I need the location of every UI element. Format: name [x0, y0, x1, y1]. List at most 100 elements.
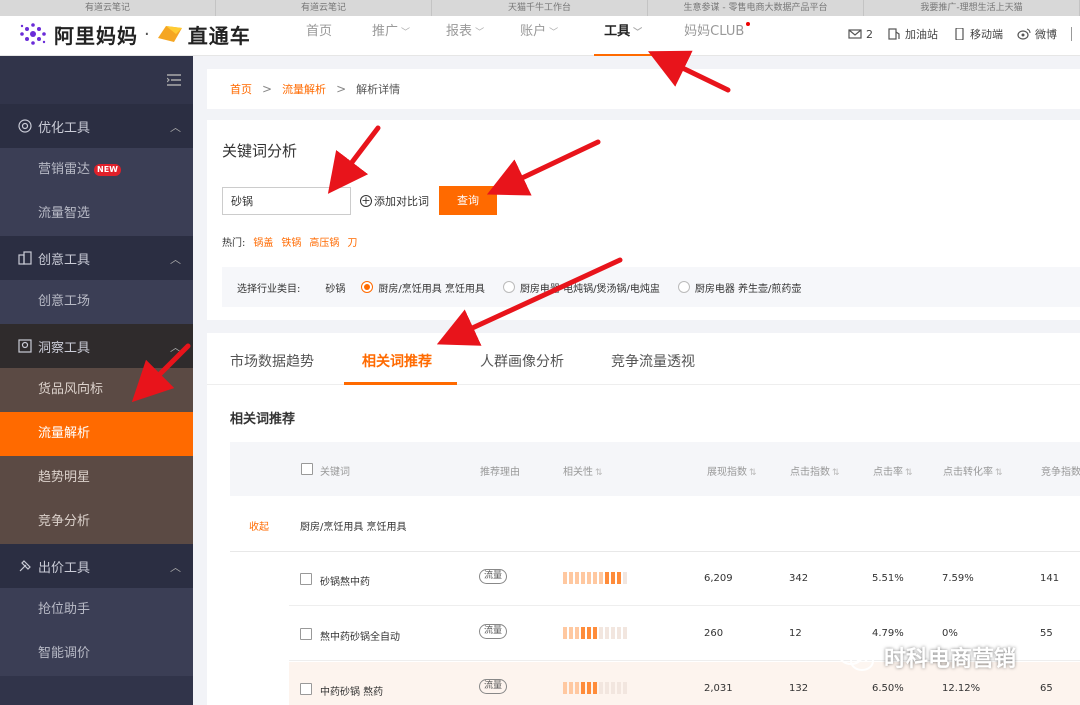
- sidebar-group-creative[interactable]: 创意工具 ︿: [0, 236, 193, 280]
- relevance-segment: [569, 572, 573, 584]
- browser-tab[interactable]: 天猫千牛工作台: [432, 0, 648, 16]
- tab-competition-traffic[interactable]: 竞争流量透视: [611, 351, 695, 371]
- insight-icon: [18, 339, 32, 353]
- competition-cell: 65: [1040, 683, 1053, 694]
- reason-tag: 流量: [479, 569, 508, 584]
- weibo-link[interactable]: 微博: [1017, 26, 1057, 42]
- relevance-segment: [581, 627, 585, 639]
- sort-icon: ⇅: [595, 468, 603, 478]
- column-header-sortable[interactable]: 点击率 ⇅: [873, 463, 913, 478]
- chevron-up-icon: ︿: [170, 341, 181, 354]
- active-tab-indicator: [344, 382, 457, 385]
- weibo-label: 微博: [1035, 28, 1057, 41]
- hot-keyword-link[interactable]: 刀: [347, 234, 357, 249]
- group-label: 厨房/烹饪用具 烹饪用具: [300, 522, 407, 533]
- relevance-segment: [575, 682, 579, 694]
- cvr-cell: 12.12%: [942, 683, 981, 694]
- browser-tab[interactable]: 我要推广-理想生活上天猫: [864, 0, 1080, 16]
- relevance-segment: [599, 572, 603, 584]
- sidebar-item-label: 趋势明星: [38, 470, 91, 485]
- chevron-down-icon: ﹀: [633, 28, 643, 38]
- category-option[interactable]: 厨房电器 电炖锅/煲汤锅/电炖盅: [502, 280, 660, 295]
- hot-keyword-link[interactable]: 铁锅: [281, 234, 301, 249]
- breadcrumb-home[interactable]: 首页: [230, 81, 252, 97]
- sidebar-item-position-assistant[interactable]: 抢位助手: [0, 588, 193, 632]
- relevance-segment: [623, 572, 627, 584]
- sidebar-item-label: 流量解析: [38, 426, 91, 441]
- nav-home[interactable]: 首页: [306, 16, 332, 56]
- collapse-button[interactable]: 收起: [249, 518, 269, 533]
- sidebar-item-product-trend[interactable]: 货品风向标: [0, 368, 193, 412]
- row-checkbox[interactable]: [300, 573, 312, 585]
- fuel-icon: [888, 28, 900, 40]
- collapse-menu-icon[interactable]: [167, 74, 181, 86]
- nav-promotion[interactable]: 推广 ﹀: [372, 16, 410, 56]
- radio-selected[interactable]: [361, 281, 374, 293]
- sidebar-item-marketing-radar[interactable]: 营销雷达 NEW: [0, 148, 193, 192]
- nav-reports[interactable]: 报表 ﹀: [446, 16, 484, 56]
- browser-tab[interactable]: 有道云笔记: [216, 0, 432, 16]
- add-compare-button[interactable]: + 添加对比词: [360, 193, 429, 209]
- browser-tab[interactable]: 生意参谋 - 零售电商大数据产品平台: [648, 0, 864, 16]
- keyword-search-input[interactable]: [222, 187, 351, 215]
- nav-club[interactable]: 妈妈CLUB: [684, 16, 751, 56]
- sidebar-group-insight[interactable]: 洞察工具 ︿: [0, 324, 193, 368]
- sidebar-item-traffic-select[interactable]: 流量智选: [0, 192, 193, 236]
- nav-account[interactable]: 账户 ﹀: [520, 16, 558, 56]
- hot-keyword-link[interactable]: 高压锅: [309, 234, 339, 249]
- breadcrumb-section[interactable]: 流量解析: [282, 81, 326, 97]
- hot-keyword-link[interactable]: 锅盖: [253, 234, 273, 249]
- category-option-label: 厨房电器 养生壶/煎药壶: [694, 283, 802, 295]
- mobile-icon: [955, 28, 964, 40]
- sidebar-group-label: 出价工具: [38, 560, 91, 576]
- browser-tab[interactable]: 有道云笔记: [0, 0, 216, 16]
- relevance-segment: [593, 572, 597, 584]
- mobile-link[interactable]: 移动端: [952, 26, 1003, 42]
- keyword-cell: 砂锅熬中药: [320, 577, 370, 588]
- sidebar-item-smart-bid[interactable]: 智能调价: [0, 632, 193, 676]
- select-all-checkbox[interactable]: [301, 463, 313, 475]
- tab-audience-profile[interactable]: 人群画像分析: [480, 351, 564, 371]
- category-option[interactable]: 厨房/烹饪用具 烹饪用具: [361, 280, 485, 295]
- sidebar-group-bidding[interactable]: 出价工具 ︿: [0, 544, 193, 588]
- column-header-sortable[interactable]: 点击指数 ⇅: [790, 463, 840, 478]
- tab-market-trend[interactable]: 市场数据趋势: [230, 351, 314, 371]
- relevance-segment: [611, 682, 615, 694]
- refuel-label: 加油站: [905, 28, 938, 41]
- relevance-segment: [617, 682, 621, 694]
- reason-tag: 流量: [479, 624, 508, 639]
- column-header-sortable[interactable]: 点击转化率 ⇅: [943, 463, 1003, 478]
- clicks-cell: 132: [789, 683, 809, 694]
- relevance-segment: [581, 572, 585, 584]
- query-button[interactable]: 查询: [439, 186, 497, 215]
- relevance-segment: [623, 682, 627, 694]
- browser-tab-strip: 有道云笔记 有道云笔记 天猫千牛工作台 生意参谋 - 零售电商大数据产品平台 我…: [0, 0, 1080, 16]
- row-checkbox[interactable]: [300, 683, 312, 695]
- category-selector: 选择行业类目: 砂锅 厨房/烹饪用具 烹饪用具 厨房电器 电炖锅/煲汤锅/电炖盅…: [222, 267, 1080, 307]
- mail-button[interactable]: 2: [848, 28, 873, 41]
- tab-related-words[interactable]: 相关词推荐: [362, 351, 432, 371]
- refuel-station-link[interactable]: 加油站: [887, 26, 938, 42]
- column-header-sortable[interactable]: 相关性 ⇅: [563, 463, 603, 478]
- sort-icon: ⇅: [749, 468, 757, 478]
- sidebar-item-label: 竞争分析: [38, 514, 91, 529]
- sidebar-item-competition-analysis[interactable]: 竞争分析: [0, 500, 193, 544]
- watermark-text: 时科电商营销: [884, 647, 1017, 672]
- radio[interactable]: [677, 281, 690, 293]
- nav-label: 报表: [446, 24, 473, 39]
- nav-tools[interactable]: 工具 ﹀: [594, 16, 653, 56]
- row-checkbox[interactable]: [300, 628, 312, 640]
- logo[interactable]: 阿里妈妈 · 直通车: [18, 20, 251, 48]
- sidebar-item-trend-star[interactable]: 趋势明星: [0, 456, 193, 500]
- competition-cell: 55: [1040, 628, 1053, 639]
- relevance-segment: [569, 682, 573, 694]
- sidebar-group-optimize[interactable]: 优化工具 ︿: [0, 104, 193, 148]
- category-option[interactable]: 厨房电器 养生壶/煎药壶: [677, 280, 802, 295]
- relevance-segment: [617, 572, 621, 584]
- radio[interactable]: [502, 281, 515, 293]
- relevance-segment: [563, 572, 567, 584]
- sidebar-item-traffic-analysis[interactable]: 流量解析: [0, 412, 193, 456]
- sidebar-item-creative-workshop[interactable]: 创意工场: [0, 280, 193, 324]
- add-compare-label: 添加对比词: [374, 195, 429, 208]
- column-header-sortable[interactable]: 展现指数 ⇅: [707, 463, 757, 478]
